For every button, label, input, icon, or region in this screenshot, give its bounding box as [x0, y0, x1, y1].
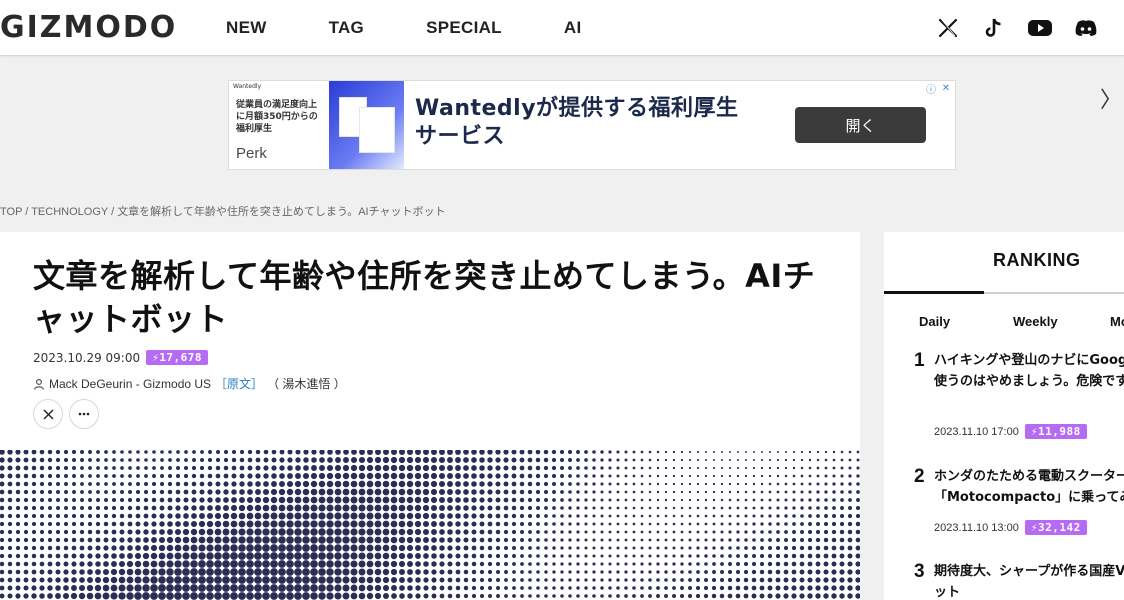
rank-date: 2023.11.10 13:00	[934, 521, 1019, 534]
view-count-badge: ⚡32,142	[1024, 520, 1087, 535]
breadcrumb-separator: /	[22, 206, 32, 218]
ad-headline-line1: Wantedlyが提供する福利厚生	[415, 96, 739, 121]
rank-number: 3	[914, 561, 925, 582]
ad-visual	[329, 81, 404, 169]
article-title: 文章を解析して年齢や住所を突き止めてしまう。AIチャットボット	[33, 257, 816, 338]
x-icon	[43, 409, 53, 419]
rank-number: 1	[914, 350, 925, 371]
translator-name: （ 湯木進悟 ）	[267, 377, 346, 391]
nav-item-tag[interactable]: TAG	[329, 18, 365, 38]
nav-item-special[interactable]: SPECIAL	[426, 18, 502, 38]
rank-date: 2023.11.10 17:00	[934, 425, 1019, 438]
share-buttons	[33, 399, 99, 429]
tab-daily[interactable]: Daily	[919, 314, 950, 329]
share-more-button[interactable]	[69, 399, 99, 429]
main-nav: NEW TAG SPECIAL AI	[226, 18, 643, 38]
ranking-divider-active	[884, 291, 984, 294]
tab-monthly[interactable]: Monthly	[1110, 314, 1124, 329]
article-card: 文章を解析して年齢や住所を突き止めてしまう。AIチャットボット 2023.10.…	[0, 232, 860, 600]
breadcrumb-category[interactable]: TECHNOLOGY	[31, 206, 108, 218]
original-link[interactable]: ［原文］	[215, 375, 263, 392]
breadcrumb-current: 文章を解析して年齢や住所を突き止めてしまう。AIチャットボット	[117, 206, 446, 218]
rank-meta: 2023.11.10 13:00 ⚡32,142	[934, 520, 1087, 535]
share-x-button[interactable]	[33, 399, 63, 429]
ad-card-image	[359, 107, 395, 153]
view-count-badge: ⚡17,678	[146, 350, 208, 365]
ad-copy-text: 従業員の満足度向上に月額350円からの福利厚生	[236, 100, 318, 134]
ad-brand: Wantedly	[233, 83, 262, 90]
ranking-title: RANKING	[993, 250, 1081, 270]
site-logo[interactable]: GIZMODO	[0, 10, 177, 45]
discord-icon[interactable]	[1074, 16, 1098, 40]
site-header: GIZMODO NEW TAG SPECIAL AI	[0, 0, 1124, 56]
ad-open-button[interactable]: 開く	[795, 107, 926, 143]
social-links	[936, 16, 1098, 40]
breadcrumb-separator: /	[108, 206, 118, 218]
article-byline: Mack DeGeurin - Gizmodo US ［原文］ （ 湯木進悟 ）	[33, 375, 346, 392]
ad-headline: Wantedlyが提供する福利厚生 サービス	[415, 95, 739, 151]
rank-title[interactable]: ハイキングや登山のナビにGoogleマップを使うのはやめましょう。危険です	[934, 350, 1124, 392]
view-count-badge: ⚡11,988	[1024, 424, 1087, 439]
tab-weekly[interactable]: Weekly	[1013, 314, 1058, 329]
rank-meta: 2023.11.10 17:00 ⚡11,988	[934, 424, 1087, 439]
ad-choices[interactable]: ⓘ ✕	[924, 81, 953, 96]
ranking-divider	[984, 292, 1124, 294]
hero-image	[0, 450, 860, 600]
ranking-panel: RANKING Daily Weekly Monthly 1 ハイキングや登山の…	[884, 232, 1124, 600]
article-meta: 2023.10.29 09:00 ⚡17,678	[33, 350, 208, 365]
ad-product: Perk	[236, 145, 267, 162]
person-icon	[33, 378, 45, 390]
ranking-header: RANKING	[884, 232, 1124, 294]
rank-title[interactable]: ホンダのたためる電動スクーター「Motocompacto」に乗ってみた	[934, 466, 1124, 508]
ad-left-panel: Wantedly 従業員の満足度向上に月額350円からの福利厚生 Perk	[229, 81, 329, 169]
more-icon	[78, 412, 90, 416]
rank-number: 2	[914, 466, 925, 487]
youtube-icon[interactable]	[1028, 16, 1052, 40]
breadcrumb-top[interactable]: TOP	[0, 206, 22, 218]
rank-title[interactable]: 期待度大、シャープが作る国産VRヘッドセット	[934, 561, 1124, 600]
ad-info-icon[interactable]: ⓘ	[924, 81, 938, 96]
ad-headline-line2: サービス	[415, 124, 506, 149]
breadcrumb: TOP / TECHNOLOGY / 文章を解析して年齢や住所を突き止めてしまう…	[0, 203, 445, 219]
ad-dismiss-icon[interactable]: 〉	[1100, 82, 1122, 114]
author-name[interactable]: Mack DeGeurin - Gizmodo US	[49, 377, 211, 391]
ad-close-icon[interactable]: ✕	[939, 81, 953, 95]
x-icon[interactable]	[936, 16, 960, 40]
nav-item-ai[interactable]: AI	[564, 18, 582, 38]
tiktok-icon[interactable]	[982, 16, 1006, 40]
ad-copy: 従業員の満足度向上に月額350円からの福利厚生	[236, 99, 324, 135]
nav-item-new[interactable]: NEW	[226, 18, 267, 38]
article-date: 2023.10.29 09:00	[33, 350, 141, 365]
banner-ad[interactable]: Wantedly 従業員の満足度向上に月額350円からの福利厚生 Perk Wa…	[228, 80, 956, 170]
